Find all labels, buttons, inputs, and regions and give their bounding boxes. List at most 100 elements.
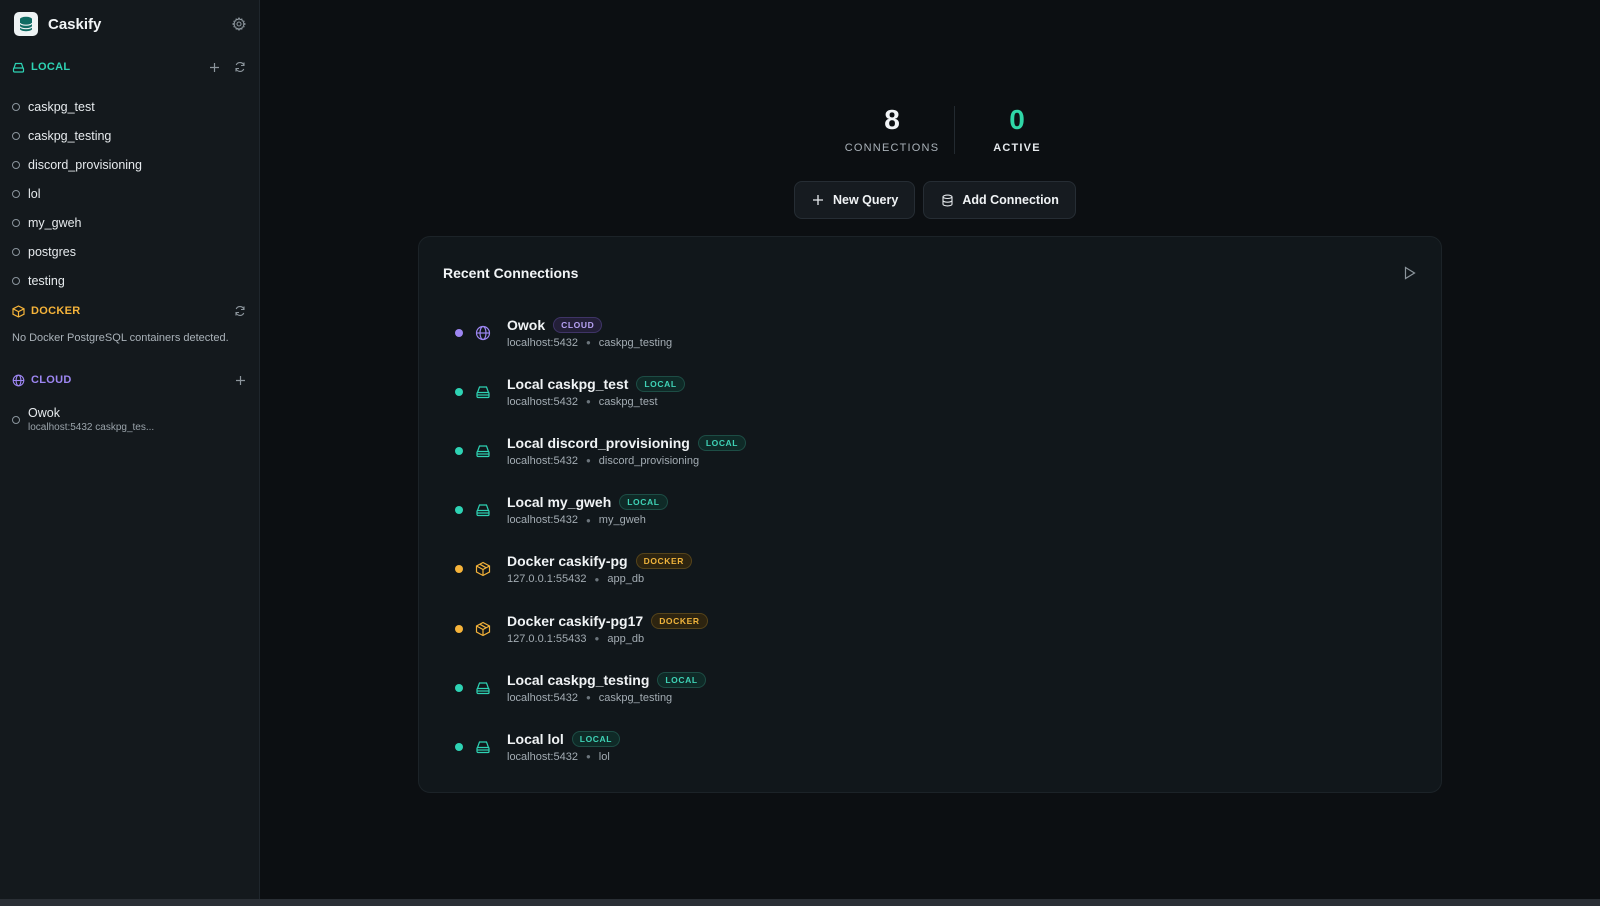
list-item[interactable]: lol xyxy=(12,179,247,208)
status-ring-icon xyxy=(12,218,20,227)
connection-type-badge: LOCAL xyxy=(571,730,621,747)
connection-database: app_db xyxy=(607,632,645,645)
connection-info: Local lol LOCAL localhost:5432 ● lol xyxy=(507,730,621,763)
status-ring-icon xyxy=(12,160,20,169)
package-box-icon xyxy=(474,560,492,578)
package-box-icon xyxy=(474,620,492,638)
connection-host: localhost:5432 xyxy=(507,454,578,467)
plus-icon xyxy=(811,193,825,207)
local-database-list: caskpg_test caskpg_testing discord_provi… xyxy=(12,92,247,295)
connection-info: Local my_gweh LOCAL localhost:5432 ● my_gweh xyxy=(507,494,668,526)
list-item[interactable]: caskpg_test xyxy=(12,92,247,121)
connection-host: localhost:5432 xyxy=(507,691,578,704)
connection-row[interactable]: Local my_gweh LOCAL localhost:5432 ● my_gweh xyxy=(443,481,1417,540)
recent-connections-title: Recent Connections xyxy=(443,265,579,281)
connection-row[interactable]: Owok CLOUD localhost:5432 ● caskpg_testing xyxy=(443,303,1417,362)
status-ring-icon xyxy=(12,247,20,256)
connection-info: Local caskpg_test LOCAL localhost:5432 ● cas… xyxy=(507,375,685,408)
connection-database: caskpg_testing xyxy=(598,336,673,349)
status-dot xyxy=(455,446,463,455)
hard-drive-icon xyxy=(474,679,492,697)
list-item-label: testing xyxy=(28,273,65,288)
connection-host: 127.0.0.1:55432 xyxy=(507,573,587,586)
add-connection-button[interactable]: Add Connection xyxy=(923,181,1076,219)
list-item-label: postgres xyxy=(28,244,76,259)
cloud-item-subtitle: localhost:5432 caskpg_tes... xyxy=(28,422,155,433)
connection-row[interactable]: Docker caskify-pg DOCKER 127.0.0.1:55432 ● a… xyxy=(443,540,1417,599)
status-dot xyxy=(455,328,463,337)
connection-type-badge: LOCAL xyxy=(636,375,685,392)
hard-drive-icon xyxy=(474,442,492,460)
connection-row[interactable]: Docker caskify-pg17 DOCKER 127.0.0.1:55433… xyxy=(443,599,1417,658)
connection-name: Docker caskify-pg xyxy=(507,553,628,570)
list-item[interactable]: postgres xyxy=(12,237,247,266)
connection-name: Local discord_provisioning xyxy=(507,434,690,451)
connection-name: Local caskpg_testing xyxy=(507,671,650,688)
status-dot xyxy=(455,683,463,692)
action-buttons: New Query Add Connection xyxy=(794,181,1076,219)
connection-info: Docker caskify-pg17 DOCKER 127.0.0.1:55433… xyxy=(507,612,708,645)
separator-dot: ● xyxy=(594,634,600,644)
connection-name: Owok xyxy=(507,316,546,333)
separator-dot: ● xyxy=(585,397,591,407)
connections-label: CONNECTIONS xyxy=(844,142,940,154)
list-item[interactable]: testing xyxy=(12,266,247,295)
connection-host: localhost:5432 xyxy=(507,395,578,408)
connection-name: Local lol xyxy=(507,730,564,747)
list-item-label: lol xyxy=(28,186,41,201)
active-count: 0 xyxy=(1009,104,1025,135)
window-bottom-edge xyxy=(0,899,1600,906)
connection-type-badge: DOCKER xyxy=(651,612,708,629)
database-icon xyxy=(940,193,954,207)
separator-dot: ● xyxy=(585,693,591,703)
cloud-section-label: CLOUD xyxy=(31,374,72,386)
new-query-button[interactable]: New Query xyxy=(794,181,916,219)
refresh-local-icon[interactable] xyxy=(233,60,247,74)
connection-type-badge: LOCAL xyxy=(657,671,706,688)
connection-database: caskpg_testing xyxy=(598,691,673,704)
globe-icon xyxy=(12,374,25,387)
status-dot xyxy=(455,565,463,574)
hard-drive-icon xyxy=(474,383,492,401)
connection-database: caskpg_test xyxy=(598,395,658,408)
recent-connections-list: Owok CLOUD localhost:5432 ● caskpg_testing Lo… xyxy=(443,303,1417,777)
list-item-label: caskpg_testing xyxy=(28,128,112,143)
connection-row[interactable]: Local discord_provisioning LOCAL localhost… xyxy=(443,421,1417,480)
status-ring-icon xyxy=(12,276,20,285)
sidebar-header: Caskify xyxy=(14,11,247,37)
status-dot xyxy=(455,742,463,751)
cloud-item-name: Owok xyxy=(28,406,60,420)
separator-dot: ● xyxy=(594,574,600,584)
connection-info: Local discord_provisioning LOCAL localhost… xyxy=(507,434,747,467)
cloud-list-item[interactable]: Owok localhost:5432 caskpg_tes... xyxy=(12,406,154,434)
globe-icon xyxy=(474,324,492,342)
app-title: Caskify xyxy=(48,15,102,33)
connection-row[interactable]: Local caskpg_testing LOCAL localhost:5432 ●… xyxy=(443,658,1417,717)
play-icon[interactable] xyxy=(1401,265,1417,281)
connection-type-badge: LOCAL xyxy=(619,494,668,511)
add-local-plus-icon[interactable] xyxy=(207,60,221,74)
list-item[interactable]: my_gweh xyxy=(12,208,247,237)
active-stat: 0 ACTIVE xyxy=(955,104,1079,160)
active-label: ACTIVE xyxy=(993,142,1041,154)
list-item-label: caskpg_test xyxy=(28,99,95,114)
connection-type-badge: LOCAL xyxy=(697,434,747,451)
connection-row[interactable]: Local lol LOCAL localhost:5432 ● lol xyxy=(443,717,1417,776)
status-ring-icon xyxy=(12,189,20,198)
cloud-section-header: CLOUD xyxy=(12,372,247,388)
docker-empty-message: No Docker PostgreSQL containers detected… xyxy=(12,332,229,344)
connection-info: Docker caskify-pg DOCKER 127.0.0.1:55432 ● a… xyxy=(507,553,693,586)
docker-section-header: DOCKER xyxy=(12,303,247,319)
connection-database: discord_provisioning xyxy=(598,454,700,467)
docker-section-label: DOCKER xyxy=(31,305,81,317)
connection-row[interactable]: Local caskpg_test LOCAL localhost:5432 ● cas… xyxy=(443,362,1417,421)
add-cloud-plus-icon[interactable] xyxy=(233,373,247,387)
list-item[interactable]: discord_provisioning xyxy=(12,150,247,179)
connection-type-badge: CLOUD xyxy=(553,316,603,333)
stats-summary: 8 CONNECTIONS 0 ACTIVE xyxy=(830,104,1080,160)
settings-gear-icon[interactable] xyxy=(231,16,247,32)
status-ring-icon xyxy=(12,102,20,111)
list-item[interactable]: caskpg_testing xyxy=(12,121,247,150)
connection-name: Local my_gweh xyxy=(507,494,612,511)
refresh-docker-icon[interactable] xyxy=(233,304,247,318)
